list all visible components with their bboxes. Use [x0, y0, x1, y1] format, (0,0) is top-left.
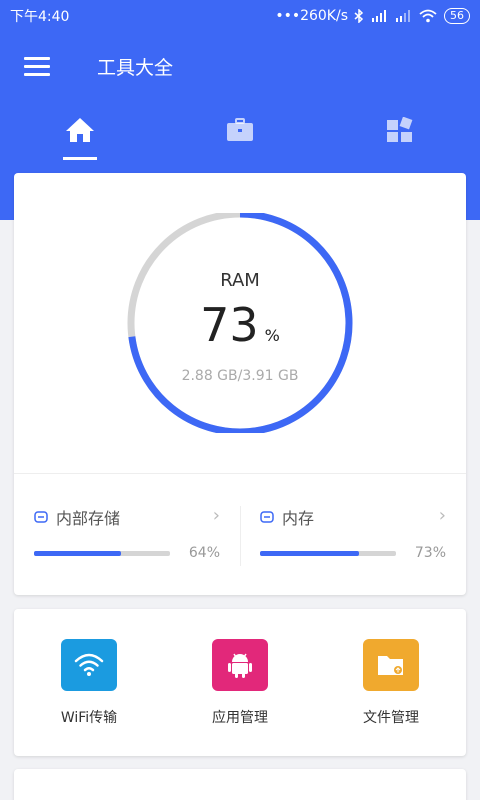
gauge-text: RAM 73% 2.88 GB/3.91 GB	[125, 213, 355, 433]
ram-label: RAM	[220, 270, 260, 291]
ram-usage-detail: 2.88 GB/3.91 GB	[181, 368, 299, 384]
menu-icon-line	[24, 72, 50, 76]
network-speed: •••260K/s	[275, 8, 348, 24]
tools-card: WiFi传输 应用管理 文件管理	[14, 609, 466, 756]
tool-label: 应用管理	[212, 710, 268, 726]
home-icon	[66, 118, 94, 142]
memory-header: 内存	[260, 505, 314, 529]
memory-item[interactable]: 内存 › 73%	[240, 503, 466, 573]
ram-percent: 73%	[125, 298, 355, 352]
storage-progress-fill	[34, 551, 122, 556]
memory-percent: 73%	[414, 545, 446, 561]
storage-header: 内部存储	[34, 505, 120, 529]
internal-storage-item[interactable]: 内部存储 › 64%	[14, 503, 240, 573]
status-indicators: •••260K/s 56	[275, 8, 470, 24]
ram-percent-unit: %	[264, 326, 280, 345]
status-time: 下午4:40	[10, 9, 70, 25]
memory-progress-bar	[260, 551, 396, 556]
storage-percent: 64%	[188, 545, 220, 561]
tool-wifi-transfer[interactable]: WiFi传输	[14, 639, 164, 727]
signal-hd-icon	[372, 10, 386, 22]
tool-app-manager[interactable]: 应用管理	[165, 639, 315, 727]
tool-file-manager[interactable]: 文件管理	[316, 639, 466, 727]
ram-gauge[interactable]: RAM 73% 2.88 GB/3.91 GB	[125, 210, 355, 436]
wifi-status-icon	[419, 9, 437, 23]
bluetooth-icon	[354, 9, 364, 23]
memory-icon	[260, 511, 274, 523]
tool-icon-tile	[363, 639, 419, 691]
storage-icon	[34, 511, 48, 523]
page-title: 工具大全	[97, 56, 174, 79]
chevron-right-icon: ›	[438, 505, 446, 526]
signal-icon	[396, 10, 410, 22]
menu-icon-line	[24, 56, 50, 60]
wifi-icon	[74, 653, 104, 676]
toolbox-icon	[227, 118, 253, 141]
tab-bar	[0, 100, 480, 160]
menu-button[interactable]	[13, 41, 63, 91]
tab-home[interactable]	[0, 100, 160, 160]
status-bar: 下午4:40 •••260K/s 56	[0, 0, 480, 32]
apps-icon	[387, 117, 413, 142]
chevron-right-icon: ›	[212, 505, 220, 526]
tab-toolbox[interactable]	[160, 100, 320, 160]
tool-label: WiFi传输	[60, 710, 118, 726]
tool-icon-tile	[61, 639, 117, 691]
tab-apps[interactable]	[320, 100, 480, 160]
tool-icon-tile	[212, 639, 268, 691]
more-card	[14, 769, 466, 800]
battery-indicator: 56	[444, 8, 470, 24]
app-bar: 工具大全	[0, 36, 480, 96]
android-icon	[228, 653, 252, 678]
card-divider	[14, 473, 466, 474]
memory-progress-fill	[260, 551, 360, 556]
tool-label: 文件管理	[363, 710, 419, 726]
ram-percent-value: 73	[200, 298, 259, 352]
ram-card: RAM 73% 2.88 GB/3.91 GB 内部存储 › 64% 内存 › …	[14, 173, 466, 595]
folder-icon	[378, 656, 403, 675]
menu-icon-line	[24, 64, 50, 68]
storage-label: 内部存储	[56, 509, 121, 528]
storage-progress-bar	[34, 551, 170, 556]
memory-label: 内存	[282, 509, 315, 528]
